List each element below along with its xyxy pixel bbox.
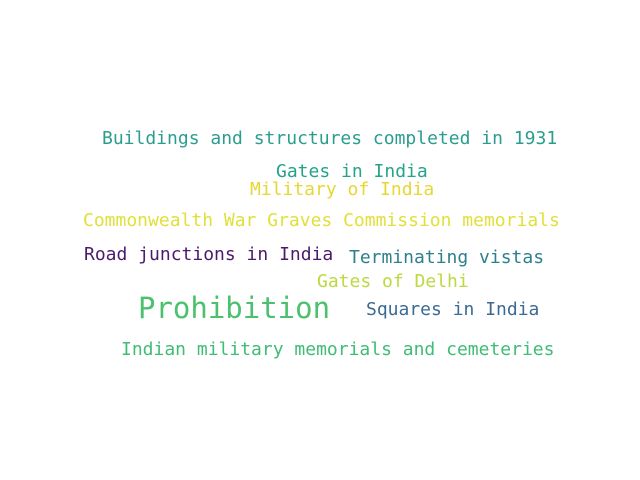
word-buildings-1931: Buildings and structures completed in 19… bbox=[102, 128, 558, 149]
word-prohibition: Prohibition bbox=[138, 291, 331, 325]
word-cloud: Buildings and structures completed in 19… bbox=[0, 0, 640, 480]
word-cwgc-memorials: Commonwealth War Graves Commission memor… bbox=[83, 210, 560, 231]
word-military-memorials: Indian military memorials and cemeteries bbox=[121, 339, 555, 360]
word-road-junctions: Road junctions in India bbox=[84, 244, 334, 265]
word-military-of-india: Military of India bbox=[250, 179, 435, 200]
word-terminating-vistas: Terminating vistas bbox=[349, 247, 545, 268]
word-gates-of-delhi: Gates of Delhi bbox=[317, 271, 469, 292]
word-squares-in-india: Squares in India bbox=[366, 299, 540, 320]
